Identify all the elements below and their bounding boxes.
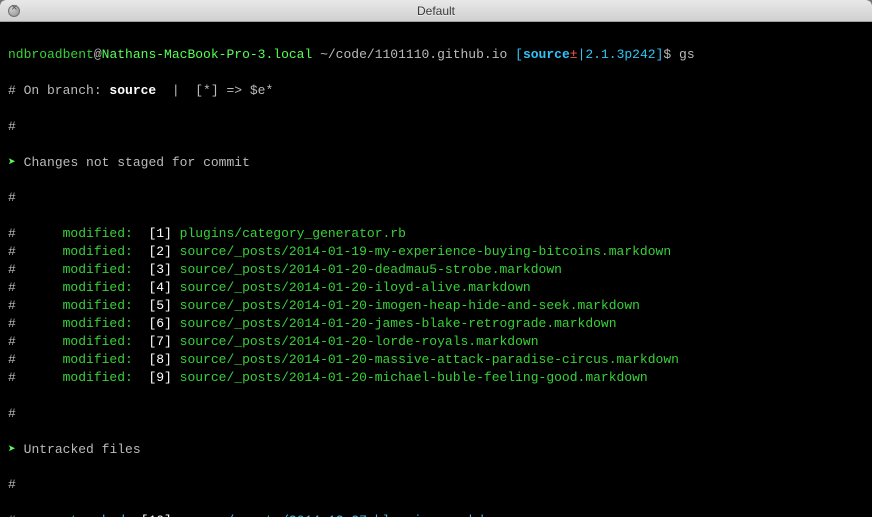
- untracked-label: Untracked files: [24, 442, 141, 457]
- file-index: [4]: [148, 280, 171, 295]
- modified-row: # modified: [2] source/_posts/2014-01-19…: [8, 243, 864, 261]
- titlebar: Default: [0, 0, 872, 22]
- arrow-icon: ➤: [8, 155, 24, 170]
- modified-label: modified:: [63, 244, 133, 259]
- arrow-icon: ➤: [8, 442, 24, 457]
- prompt-user: ndbroadbent: [8, 47, 94, 62]
- prompt-line-1: ndbroadbent@Nathans-MacBook-Pro-3.local …: [8, 46, 864, 64]
- file-path: source/_posts/2014-01-19-my-experience-b…: [180, 244, 671, 259]
- prompt-at: @: [94, 47, 102, 62]
- hash-prefix: #: [8, 244, 63, 259]
- file-path: source/_posts/2014-01-20-michael-buble-f…: [180, 370, 648, 385]
- modified-row: # modified: [3] source/_posts/2014-01-20…: [8, 261, 864, 279]
- file-index: [9]: [148, 370, 171, 385]
- hash-prefix: #: [8, 513, 55, 517]
- file-index: [10]: [141, 513, 172, 517]
- modified-label: modified:: [63, 334, 133, 349]
- prompt-branch: source: [523, 47, 570, 62]
- modified-row: # modified: [6] source/_posts/2014-01-20…: [8, 315, 864, 333]
- branch-suffix: | [*] => $e*: [156, 83, 273, 98]
- prompt-cwd: ~/code/1101110.github.io: [312, 47, 515, 62]
- modified-label: modified:: [63, 316, 133, 331]
- window-title: Default: [0, 4, 872, 18]
- file-index: [2]: [148, 244, 171, 259]
- prompt-dollar: $: [663, 47, 679, 62]
- untracked-header: ➤ Untracked files: [8, 441, 864, 459]
- untracked-status-label: untracked:: [55, 513, 133, 517]
- hash-line: #: [8, 189, 864, 207]
- branch-prefix: # On branch:: [8, 83, 109, 98]
- file-path: source/_posts/2014-01-20-james-blake-ret…: [180, 316, 617, 331]
- modified-row: # modified: [4] source/_posts/2014-01-20…: [8, 279, 864, 297]
- hash-prefix: #: [8, 316, 63, 331]
- file-index: [5]: [148, 298, 171, 313]
- file-path: source/_posts/2014-01-20-imogen-heap-hid…: [180, 298, 640, 313]
- modified-label: modified:: [63, 280, 133, 295]
- modified-row: # modified: [9] source/_posts/2014-01-20…: [8, 369, 864, 387]
- prompt-ruby: 2.1.3p242: [585, 47, 655, 62]
- hash-prefix: #: [8, 334, 63, 349]
- file-index: [3]: [148, 262, 171, 277]
- branch-info-line: # On branch: source | [*] => $e*: [8, 82, 864, 100]
- prompt-host: Nathans-MacBook-Pro-3.local: [102, 47, 313, 62]
- hash-prefix: #: [8, 370, 63, 385]
- file-path: source/_posts/2014-01-20-massive-attack-…: [180, 352, 679, 367]
- modified-label: modified:: [63, 262, 133, 277]
- hash-prefix: #: [8, 352, 63, 367]
- modified-row: # modified: [5] source/_posts/2014-01-20…: [8, 297, 864, 315]
- changes-label: Changes not staged for commit: [24, 155, 250, 170]
- file-index: [7]: [148, 334, 171, 349]
- modified-label: modified:: [63, 352, 133, 367]
- file-path: plugins/category_generator.rb: [180, 226, 406, 241]
- terminal-body[interactable]: ndbroadbent@Nathans-MacBook-Pro-3.local …: [0, 22, 872, 517]
- modified-row: # modified: [1] plugins/category_generat…: [8, 225, 864, 243]
- file-path: source/_posts/2014-01-20-lorde-royals.ma…: [180, 334, 539, 349]
- close-icon[interactable]: [8, 5, 20, 17]
- hash-line: #: [8, 118, 864, 136]
- untracked-row: # untracked: [10] source/_posts/2014-12-…: [8, 512, 864, 517]
- modified-label: modified:: [63, 226, 133, 241]
- hash-prefix: #: [8, 280, 63, 295]
- hash-line: #: [8, 476, 864, 494]
- hash-prefix: #: [8, 226, 63, 241]
- file-index: [1]: [148, 226, 171, 241]
- modified-row: # modified: [8] source/_posts/2014-01-20…: [8, 351, 864, 369]
- modified-label: modified:: [63, 298, 133, 313]
- hash-prefix: #: [8, 262, 63, 277]
- hash-prefix: #: [8, 298, 63, 313]
- file-path: source/_posts/2014-12-27-blogging.markdo…: [180, 513, 508, 517]
- changes-header: ➤ Changes not staged for commit: [8, 154, 864, 172]
- modified-row: # modified: [7] source/_posts/2014-01-20…: [8, 333, 864, 351]
- terminal-window: Default ndbroadbent@Nathans-MacBook-Pro-…: [0, 0, 872, 517]
- modified-label: modified:: [63, 370, 133, 385]
- file-index: [8]: [148, 352, 171, 367]
- hash-line: #: [8, 405, 864, 423]
- prompt-lb: [: [515, 47, 523, 62]
- branch-name: source: [109, 83, 156, 98]
- file-index: [6]: [148, 316, 171, 331]
- prompt-dirty: ±: [570, 47, 578, 62]
- file-path: source/_posts/2014-01-20-deadmau5-strobe…: [180, 262, 562, 277]
- file-path: source/_posts/2014-01-20-iloyd-alive.mar…: [180, 280, 531, 295]
- prompt-cmd: gs: [679, 47, 695, 62]
